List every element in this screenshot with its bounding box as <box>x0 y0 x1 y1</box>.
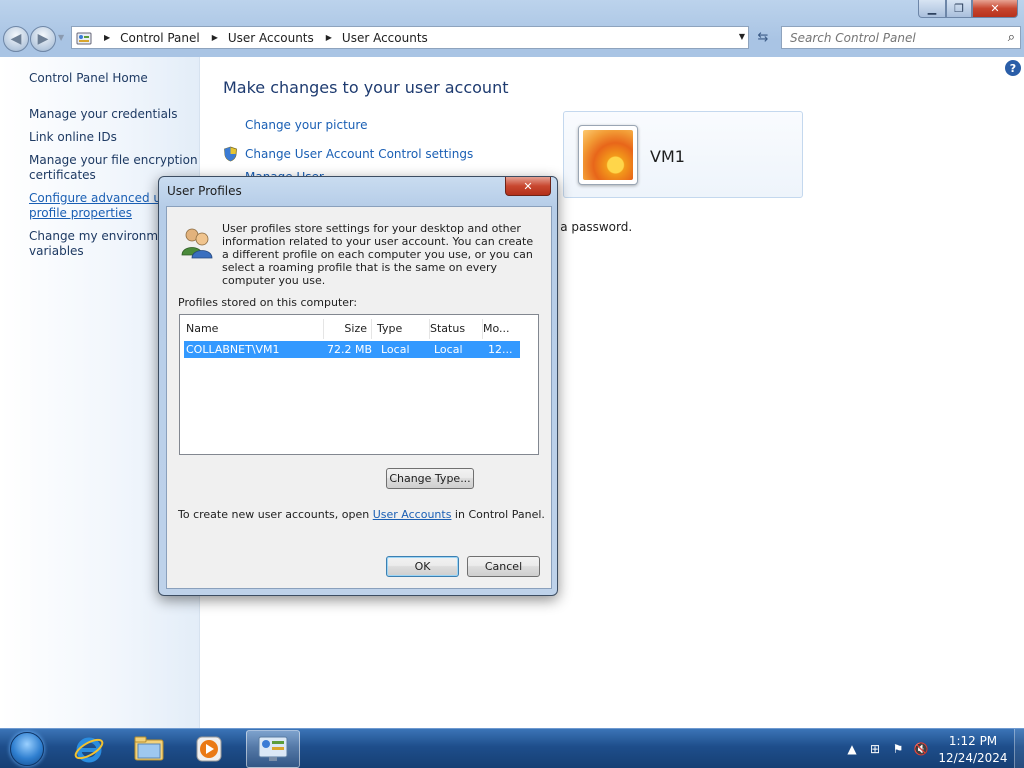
column-header-size[interactable]: Size <box>324 319 372 339</box>
system-tray: ▲ ⊞ ⚑ 🔇 1:12 PM 12/24/2024 <box>840 729 1024 768</box>
forward-arrow-icon: ▶ <box>37 31 49 47</box>
back-button[interactable]: ◀ <box>3 26 29 52</box>
taskbar: ▲ ⊞ ⚑ 🔇 1:12 PM 12/24/2024 <box>0 728 1024 768</box>
forward-button[interactable]: ▶ <box>30 26 56 52</box>
start-button[interactable] <box>4 730 50 768</box>
user-name: VM1 <box>650 147 685 166</box>
action-center-flag-icon[interactable]: ⚑ <box>890 741 906 757</box>
uac-shield-icon <box>224 146 237 162</box>
change-picture-link[interactable]: Change your picture <box>245 118 367 132</box>
control-panel-icon <box>258 736 288 761</box>
restore-icon: ❐ <box>954 2 964 15</box>
page-title: Make changes to your user account <box>223 78 509 97</box>
users-icon <box>181 228 213 259</box>
internet-explorer-icon <box>74 737 104 763</box>
search-icon[interactable]: ⌕ <box>1008 30 1015 45</box>
media-player-icon <box>196 736 222 762</box>
address-bar[interactable]: ▶ Control Panel ▶ User Accounts ▶ User A… <box>71 26 749 49</box>
cancel-button[interactable]: Cancel <box>467 556 540 577</box>
search-box[interactable]: ⌕ <box>781 26 1021 49</box>
refresh-button[interactable]: ⇆ <box>752 27 774 48</box>
flower-picture-icon <box>583 130 633 180</box>
cell-type: Local <box>381 343 410 356</box>
dialog-close-button[interactable]: ✕ <box>505 177 551 196</box>
password-text-fragment: e a password. <box>549 220 633 234</box>
taskbar-control-panel[interactable] <box>246 730 300 768</box>
user-accounts-link[interactable]: User Accounts <box>373 508 452 521</box>
volume-muted-icon[interactable]: 🔇 <box>913 741 929 757</box>
folder-icon <box>134 736 164 761</box>
breadcrumb-separator-icon[interactable]: ▶ <box>212 33 218 42</box>
cell-name: COLLABNET\VM1 <box>186 343 280 356</box>
refresh-icon: ⇆ <box>757 30 769 45</box>
cell-size: 72.2 MB <box>326 343 372 356</box>
sidebar-item-control-panel-home[interactable]: Control Panel Home <box>29 71 199 86</box>
column-header-type[interactable]: Type <box>377 319 430 339</box>
taskbar-internet-explorer[interactable] <box>62 730 116 768</box>
search-input[interactable] <box>790 30 990 45</box>
address-dropdown-icon[interactable]: ▼ <box>739 32 745 41</box>
breadcrumb-separator-icon[interactable]: ▶ <box>326 33 332 42</box>
back-arrow-icon: ◀ <box>10 31 22 47</box>
dialog-footer-text: To create new user accounts, open User A… <box>178 508 545 521</box>
clock-time[interactable]: 1:12 PM <box>943 734 1003 748</box>
sidebar-item-link-online-ids[interactable]: Link online IDs <box>29 130 199 145</box>
profiles-list-label: Profiles stored on this computer: <box>178 296 358 309</box>
breadcrumb-separator-icon: ▶ <box>104 33 111 42</box>
cell-status: Local <box>434 343 463 356</box>
control-panel-icon <box>76 32 92 44</box>
title-bar: ▁ ❐ ✕ <box>0 0 1024 24</box>
column-header-name[interactable]: Name <box>186 319 324 339</box>
user-account-card: VM1 <box>563 111 803 198</box>
recent-pages-icon[interactable]: ▼ <box>58 33 64 42</box>
close-icon: ✕ <box>523 179 533 193</box>
column-header-modified[interactable]: Mo... <box>483 319 519 339</box>
breadcrumb-control-panel[interactable]: Control Panel <box>120 31 200 45</box>
sidebar-item-manage-credentials[interactable]: Manage your credentials <box>29 107 199 122</box>
minimize-icon: ▁ <box>927 2 937 15</box>
footer-suffix: in Control Panel. <box>451 508 545 521</box>
minimize-button[interactable]: ▁ <box>918 0 946 18</box>
breadcrumb-user-accounts-current[interactable]: User Accounts <box>342 31 428 45</box>
breadcrumb-user-accounts[interactable]: User Accounts <box>228 31 314 45</box>
help-icon[interactable]: ? <box>1005 60 1021 76</box>
close-icon: ✕ <box>990 2 1000 15</box>
close-button[interactable]: ✕ <box>972 0 1018 18</box>
show-hidden-icons-icon[interactable]: ▲ <box>844 741 860 757</box>
clock-date[interactable]: 12/24/2024 <box>937 751 1009 765</box>
avatar <box>578 125 638 185</box>
ok-button[interactable]: OK <box>386 556 459 577</box>
dialog-title: User Profiles <box>167 184 242 198</box>
change-type-button[interactable]: Change Type... <box>386 468 474 489</box>
maximize-button[interactable]: ❐ <box>946 0 972 18</box>
dialog-body: User profiles store settings for your de… <box>166 206 552 589</box>
cell-modified: 12... <box>488 343 513 356</box>
taskbar-media-player[interactable] <box>182 730 236 768</box>
network-icon[interactable]: ⊞ <box>867 741 883 757</box>
show-desktop-button[interactable] <box>1014 729 1024 768</box>
user-profiles-dialog: User Profiles ✕ User profiles store sett… <box>158 176 558 596</box>
column-header-status[interactable]: Status <box>430 319 483 339</box>
uac-settings-link[interactable]: Change User Account Control settings <box>245 147 473 161</box>
table-row[interactable]: COLLABNET\VM1 72.2 MB Local Local 12... <box>184 341 520 358</box>
taskbar-windows-explorer[interactable] <box>122 730 176 768</box>
footer-prefix: To create new user accounts, open <box>178 508 373 521</box>
dialog-description: User profiles store settings for your de… <box>222 222 534 287</box>
windows-logo-icon <box>10 732 44 766</box>
profiles-list[interactable]: Name Size Type Status Mo... COLLABNET\VM… <box>179 314 539 455</box>
